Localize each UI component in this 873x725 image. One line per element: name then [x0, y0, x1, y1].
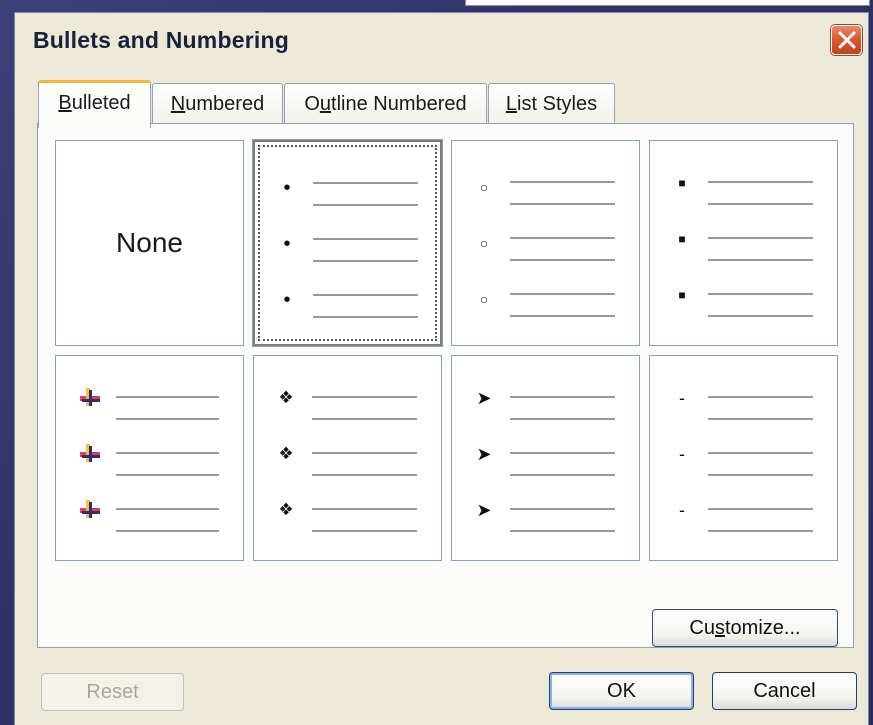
- bullet-dot-icon: •: [283, 289, 291, 311]
- square-bullet-icon: ■: [678, 232, 686, 246]
- arrowhead-icon: ➤: [476, 444, 492, 464]
- colored-cross-icon: [80, 444, 100, 462]
- four-diamond-icon: ❖: [278, 444, 294, 463]
- four-diamond-icon: ❖: [278, 388, 294, 407]
- bullet-option-hollow-circle[interactable]: ○ ○ ○: [451, 140, 640, 346]
- tab-outline-numbered[interactable]: Outline Numbered: [284, 83, 487, 125]
- close-button[interactable]: [831, 25, 862, 55]
- square-bullet-icon: ■: [678, 176, 686, 190]
- title-bar: Bullets and Numbering: [15, 13, 868, 68]
- customize-button[interactable]: Customize...: [652, 609, 838, 647]
- hollow-circle-icon: ○: [479, 179, 489, 195]
- bullet-option-none[interactable]: None: [55, 140, 244, 346]
- bullets-numbering-dialog: Bullets and Numbering Bulleted Numbered …: [14, 12, 869, 725]
- dash-bullet-icon: -: [679, 444, 685, 464]
- colored-cross-icon: [80, 500, 100, 518]
- bullet-option-filled-circle[interactable]: • • •: [252, 139, 443, 347]
- bullet-option-four-diamond[interactable]: ❖ ❖ ❖: [253, 355, 442, 561]
- ok-button[interactable]: OK: [549, 672, 694, 710]
- background-window: [465, 0, 870, 6]
- square-bullet-icon: ■: [678, 288, 686, 302]
- bullet-dot-icon: •: [283, 233, 291, 255]
- dialog-title: Bullets and Numbering: [33, 27, 289, 53]
- arrowhead-icon: ➤: [476, 500, 492, 520]
- dash-bullet-icon: -: [679, 500, 685, 520]
- bullet-option-filled-square[interactable]: ■ ■ ■: [649, 140, 838, 346]
- four-diamond-icon: ❖: [278, 500, 294, 519]
- hollow-circle-icon: ○: [479, 235, 489, 251]
- none-label: None: [116, 227, 183, 258]
- bullet-option-dash[interactable]: - - -: [649, 355, 838, 561]
- dash-bullet-icon: -: [679, 388, 685, 408]
- colored-cross-icon: [80, 388, 100, 406]
- cancel-button[interactable]: Cancel: [712, 672, 857, 710]
- reset-button[interactable]: Reset: [41, 673, 184, 711]
- close-icon: [838, 31, 856, 49]
- bulleted-panel: None • • • ○ ○ ○ ■ ■ ■ ❖ ❖ ❖ ➤ ➤ ➤ - - -…: [37, 123, 854, 648]
- bullet-option-colored-cross[interactable]: [55, 355, 244, 561]
- tab-bulleted[interactable]: Bulleted: [38, 80, 151, 128]
- bullet-dot-icon: •: [283, 177, 291, 199]
- tab-numbered[interactable]: Numbered: [152, 83, 283, 125]
- hollow-circle-icon: ○: [479, 291, 489, 307]
- tab-list-styles[interactable]: List Styles: [488, 83, 615, 125]
- bullet-option-arrowhead[interactable]: ➤ ➤ ➤: [451, 355, 640, 561]
- arrowhead-icon: ➤: [476, 388, 492, 408]
